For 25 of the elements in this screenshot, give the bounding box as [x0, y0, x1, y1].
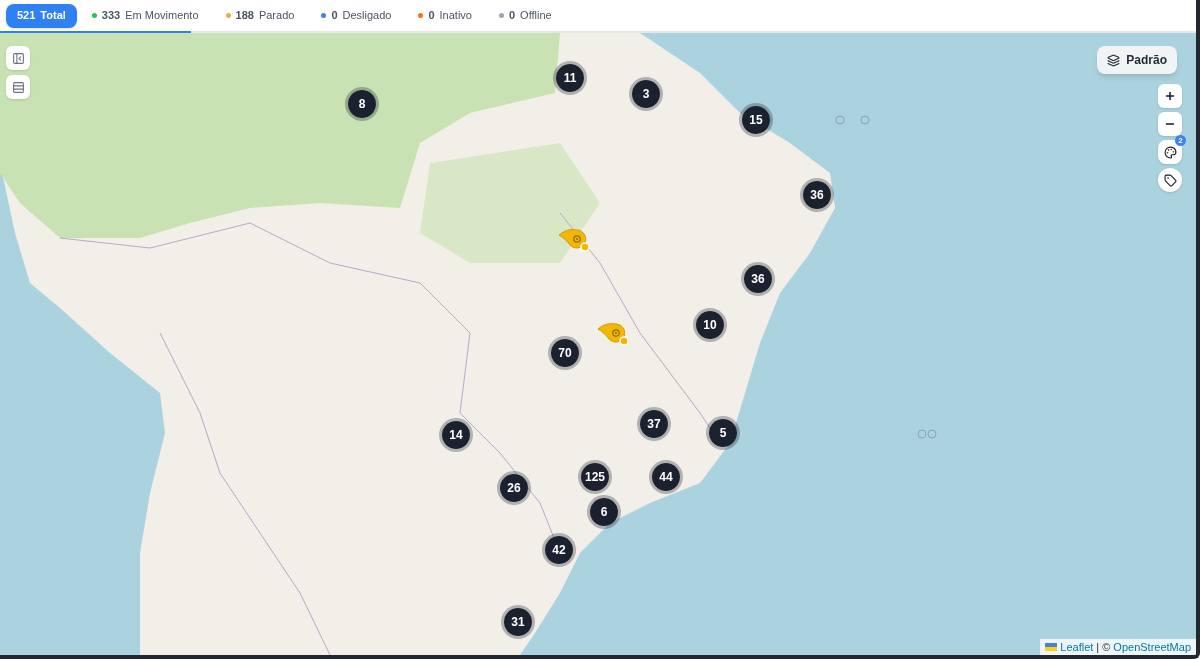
status-filter-tab[interactable]: 0 Offline — [487, 3, 564, 28]
status-filter-tab[interactable]: 0 Inativo — [406, 3, 484, 28]
layers-icon — [1107, 53, 1121, 67]
rows-icon — [11, 80, 25, 94]
list-view-button[interactable] — [6, 75, 30, 99]
openstreetmap-link[interactable]: OpenStreetMap — [1113, 638, 1191, 655]
vehicle-pin-icon[interactable] — [558, 227, 592, 253]
status-filter-tab[interactable]: 0 Desligado — [309, 3, 404, 28]
status-filter-tab[interactable]: 521 Total — [6, 3, 77, 28]
count-badge: 2 — [1175, 135, 1186, 146]
color-palette-button[interactable] — [1158, 140, 1182, 164]
zoom-in-button[interactable] — [1158, 84, 1182, 108]
sidebar-panel-icon — [11, 51, 25, 65]
flag-icon — [1045, 643, 1058, 651]
map-layer-button[interactable]: Padrão — [1097, 46, 1177, 74]
status-filter-tab[interactable]: 333 Em Movimento — [79, 3, 211, 28]
attribution-separator: | © — [1096, 639, 1111, 655]
tag-icon — [1163, 173, 1177, 187]
palette-icon — [1163, 145, 1177, 159]
status-filter-tab[interactable]: 188 Parado — [213, 3, 307, 28]
zoom-out-button[interactable] — [1158, 112, 1182, 136]
plus-icon — [1164, 90, 1176, 102]
vehicle-pin-icon[interactable] — [597, 321, 631, 347]
sidebar-toggle-button[interactable] — [6, 46, 30, 70]
leaflet-link[interactable]: Leaflet — [1060, 638, 1094, 655]
